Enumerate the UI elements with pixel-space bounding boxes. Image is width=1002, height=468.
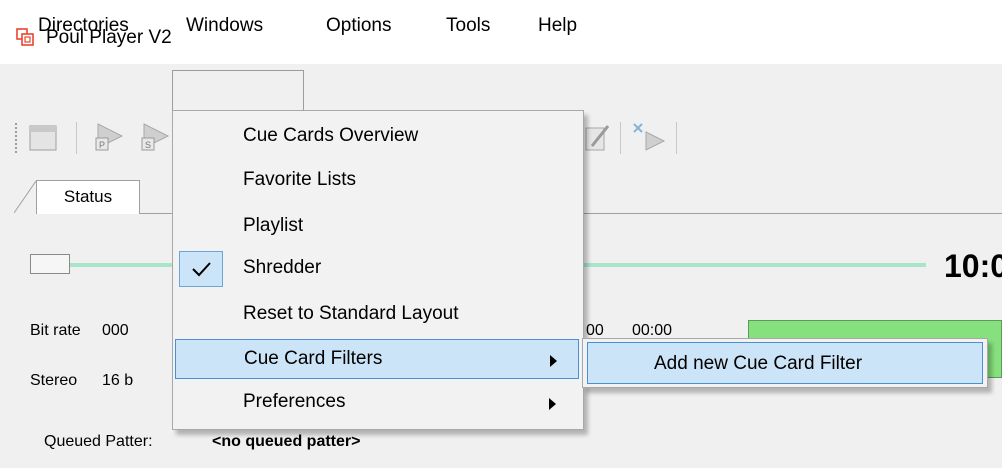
menu-item-label: Favorite Lists — [243, 169, 356, 190]
menu-item-cue-cards-overview[interactable]: Cue Cards Overview — [173, 117, 583, 157]
tab-edge — [14, 180, 37, 214]
elapsed-time: 10:0 — [944, 248, 1002, 284]
svg-text:S: S — [145, 140, 151, 150]
menu-item-playlist[interactable]: Playlist — [173, 207, 583, 247]
window-icon[interactable] — [26, 120, 66, 154]
menu-bar — [0, 64, 1002, 112]
toolbar-separator — [620, 122, 621, 154]
menu-item-favorite-lists[interactable]: Favorite Lists — [173, 161, 583, 201]
menu-open-frame — [172, 70, 304, 110]
toolbar-separator — [76, 122, 77, 154]
menu-tools[interactable]: Tools — [446, 12, 490, 40]
play-s-icon[interactable]: S — [134, 120, 172, 154]
menu-item-add-cue-card-filter[interactable]: Add new Cue Card Filter — [587, 342, 983, 384]
bitrate-label: Bit rate — [30, 322, 81, 339]
menu-item-label: Cue Cards Overview — [243, 125, 419, 146]
menu-item-label: Cue Card Filters — [244, 348, 383, 369]
svg-text:P: P — [99, 140, 105, 150]
menu-item-reset-layout[interactable]: Reset to Standard Layout — [173, 295, 583, 335]
remove-play-icon[interactable] — [630, 120, 670, 154]
check-box — [179, 251, 223, 287]
tab-status[interactable]: Status — [36, 180, 140, 214]
toolbar-separator — [676, 122, 677, 154]
toolbar-grip[interactable] — [14, 122, 18, 154]
submenu-arrow-icon — [549, 398, 556, 410]
progress-thumb[interactable] — [30, 254, 70, 274]
submenu-arrow-icon — [550, 355, 557, 367]
queued-value: <no queued patter> — [212, 433, 361, 450]
menu-item-label: Reset to Standard Layout — [243, 303, 459, 324]
app-icon — [16, 28, 34, 46]
menu-options[interactable]: Options — [326, 12, 391, 40]
stereo-label: Stereo — [30, 372, 78, 389]
menu-windows[interactable]: Windows — [186, 12, 263, 40]
menu-item-shredder[interactable]: Shredder — [173, 249, 583, 289]
menu-item-cue-card-filters[interactable]: Cue Card Filters — [175, 339, 579, 379]
menu-item-label: Playlist — [243, 215, 304, 236]
windows-menu: Cue Cards Overview Favorite Lists Playli… — [172, 110, 584, 430]
menu-help[interactable]: Help — [538, 12, 577, 40]
cue-card-filters-submenu: Add new Cue Card Filter — [582, 338, 988, 388]
menu-directories[interactable]: Directories — [38, 12, 129, 40]
edit-icon[interactable] — [584, 120, 614, 154]
checkmark-icon — [192, 262, 211, 277]
bitrate-value: 000 — [102, 322, 129, 339]
menu-item-label: Preferences — [243, 391, 346, 412]
queued-label: Queued Patter: — [44, 433, 153, 450]
menu-item-preferences[interactable]: Preferences — [173, 383, 583, 423]
menu-item-label: Add new Cue Card Filter — [654, 353, 863, 374]
stereo-value: 16 b — [102, 372, 134, 389]
menu-item-label: Shredder — [243, 257, 322, 278]
play-p-icon[interactable]: P — [88, 120, 128, 154]
